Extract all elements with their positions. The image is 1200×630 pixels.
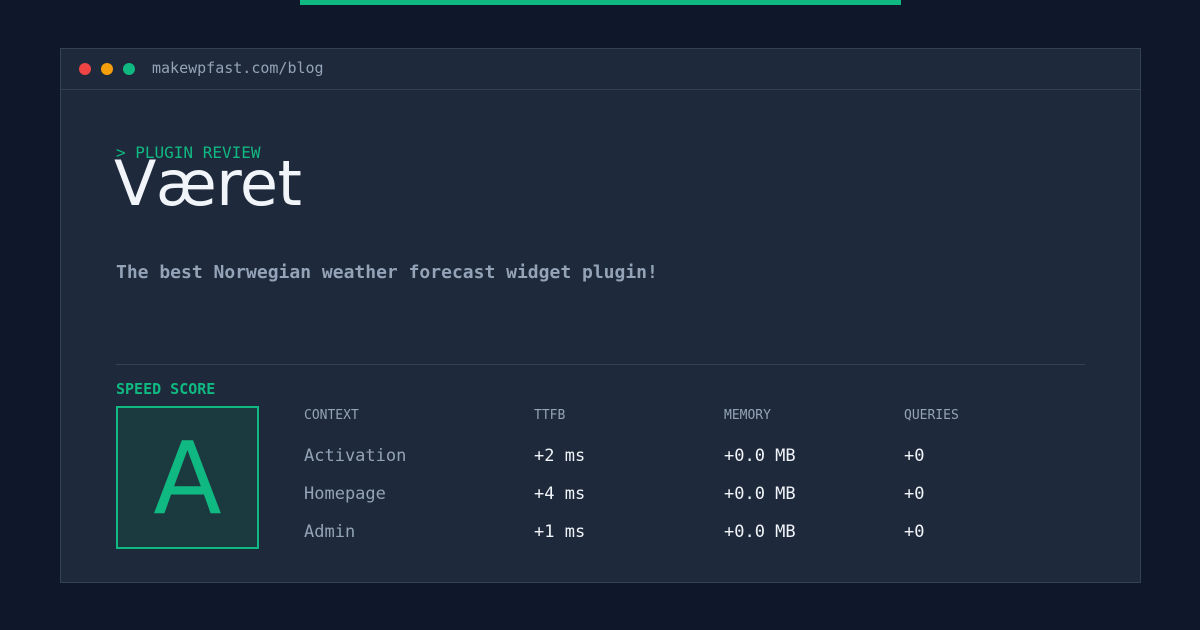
row-homepage-queries: +0 [904,484,925,504]
row-activation-memory: +0.0 MB [724,446,796,466]
top-accent-bar [300,0,901,5]
column-header-memory: MEMORY [724,408,771,423]
row-admin-ttfb: +1 ms [534,522,586,542]
close-window-dot-icon[interactable] [79,63,91,75]
row-admin-memory: +0.0 MB [724,522,796,542]
speed-score-box: A [116,406,259,549]
browser-window: makewpfast.com/blog > PLUGIN REVIEW Være… [60,48,1141,583]
row-homepage-ttfb: +4 ms [534,484,586,504]
row-activation-queries: +0 [904,446,925,466]
speed-score-label: SPEED SCORE [116,380,216,398]
speed-score-grade: A [153,420,222,537]
minimize-window-dot-icon[interactable] [101,63,113,75]
column-header-queries: QUERIES [904,408,959,423]
address-url: makewpfast.com/blog [152,59,324,77]
row-admin-queries: +0 [904,522,925,542]
row-activation-ttfb: +2 ms [534,446,586,466]
row-activation-context: Activation [304,446,407,466]
column-header-context: CONTEXT [304,408,359,423]
row-admin-context: Admin [304,522,356,542]
row-homepage-context: Homepage [304,484,386,504]
plugin-tagline: The best Norwegian weather forecast widg… [116,262,658,283]
section-divider [116,364,1085,365]
page-title: Været [114,147,302,220]
maximize-window-dot-icon[interactable] [123,63,135,75]
row-homepage-memory: +0.0 MB [724,484,796,504]
window-titlebar: makewpfast.com/blog [61,49,1140,90]
column-header-ttfb: TTFB [534,408,566,423]
